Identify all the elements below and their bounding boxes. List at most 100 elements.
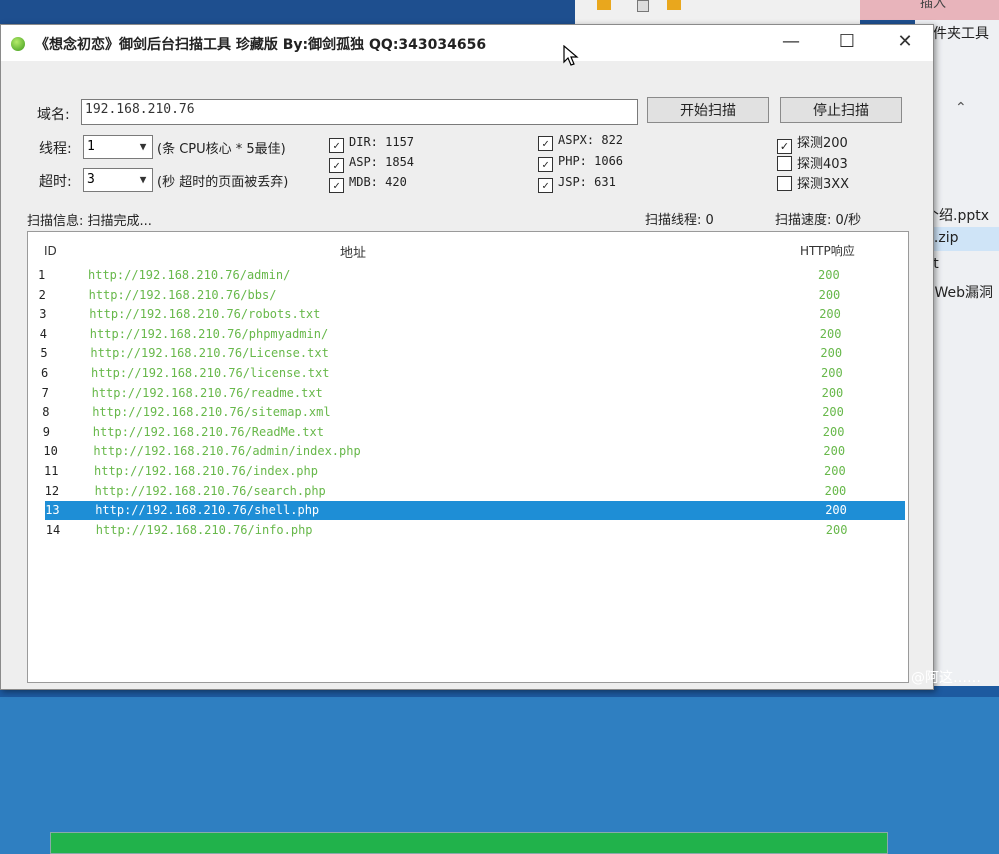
row-url: http://192.168.210.76/admin/index.php (93, 444, 361, 459)
domain-label: 域名: (37, 107, 70, 123)
row-id: 10 (43, 444, 58, 459)
csdn-watermark: CSDN @阿这…… (866, 670, 981, 686)
table-row[interactable]: 11 http://192.168.210.76/index.php 200 (44, 462, 904, 481)
checkmark-icon: ✓ (777, 139, 792, 154)
scan-threads-status: 扫描线程: 0 (645, 213, 714, 228)
row-id: 5 (40, 346, 48, 361)
row-http-code: 200 (820, 346, 843, 361)
dict-checkbox-php[interactable]: ✓ PHP: 1066 (538, 154, 623, 172)
threads-select[interactable]: 1 ▼ (83, 135, 153, 159)
chevron-down-icon[interactable]: ▼ (134, 136, 152, 158)
checkmark-icon: ✓ (329, 138, 344, 153)
timeout-select[interactable]: 3 ▼ (83, 168, 153, 192)
folder-icon (667, 0, 681, 10)
table-row[interactable]: 13 http://192.168.210.76/shell.php 200 (45, 501, 906, 521)
file-item[interactable]: 个绍.pptx (925, 205, 989, 225)
table-row[interactable]: 6 http://192.168.210.76/license.txt 200 (41, 364, 901, 383)
row-url: http://192.168.210.76/admin/ (88, 268, 291, 282)
column-header-url[interactable]: 地址 (340, 242, 366, 261)
row-url: http://192.168.210.76/License.txt (90, 346, 329, 361)
threads-label: 线程: (39, 141, 72, 157)
app-icon (11, 37, 25, 51)
row-url: http://192.168.210.76/robots.txt (89, 307, 321, 322)
table-row[interactable]: 5 http://192.168.210.76/License.txt 200 (40, 344, 900, 363)
folder-icon (597, 0, 611, 10)
dict-checkbox-aspx[interactable]: ✓ ASPX: 822 (538, 133, 623, 151)
table-row[interactable]: 3 http://192.168.210.76/robots.txt 200 (39, 305, 899, 324)
column-header-id[interactable]: ID (44, 244, 57, 258)
row-id: 12 (44, 483, 60, 498)
row-http-code: 200 (822, 405, 844, 420)
column-header-http[interactable]: HTTP响应 (800, 242, 855, 259)
title-bar[interactable]: 《想念初恋》御剑后台扫描工具 珍藏版 By:御剑孤独 QQ:343034656 … (1, 25, 933, 61)
table-row[interactable]: 7 http://192.168.210.76/readme.txt 200 (42, 384, 902, 403)
file-item[interactable]: - Web漏洞 (925, 282, 993, 302)
row-id: 14 (45, 522, 61, 537)
close-button[interactable]: ✕ (885, 29, 925, 55)
row-url: http://192.168.210.76/license.txt (91, 366, 330, 380)
dict-checkbox-dir[interactable]: ✓ DIR: 1157 (329, 135, 414, 153)
row-http-code: 200 (824, 464, 846, 478)
row-url: http://192.168.210.76/shell.php (95, 503, 320, 518)
threads-value: 1 (87, 139, 95, 154)
row-http-code: 200 (821, 366, 843, 380)
scan-speed-status: 扫描速度: 0/秒 (775, 213, 862, 228)
results-list[interactable]: ID 地址 HTTP响应 1 http://192.168.210.76/admi… (27, 231, 909, 854)
checkmark-icon: ✓ (329, 158, 344, 173)
row-id: 11 (44, 464, 59, 478)
probe-checkbox-200[interactable]: ✓ 探测200 (777, 132, 848, 154)
checkmark-icon: ✓ (538, 157, 553, 172)
dict-checkbox-asp[interactable]: ✓ ASP: 1854 (329, 155, 414, 173)
table-row[interactable]: 9 http://192.168.210.76/ReadMe.txt 200 (43, 423, 903, 442)
chevron-up-icon[interactable]: ⌃ (955, 100, 967, 116)
probe-checkbox-403[interactable]: 探测403 (777, 153, 848, 172)
checkmark-icon: ✓ (538, 136, 553, 151)
row-url: http://192.168.210.76/readme.txt (91, 385, 323, 400)
row-url: http://192.168.210.76/ReadMe.txt (92, 424, 324, 439)
row-url: http://192.168.210.76/phpmyadmin/ (89, 326, 329, 341)
minimize-button[interactable]: — (771, 29, 811, 55)
row-url: http://192.168.210.76/sitemap.xml (92, 405, 331, 420)
table-row[interactable]: 10 http://192.168.210.76/admin/index.php 2… (43, 442, 903, 461)
row-id: 13 (45, 503, 60, 518)
table-row[interactable]: 8 http://192.168.210.76/sitemap.xml 200 (42, 403, 902, 422)
row-http-code: 200 (821, 385, 844, 400)
row-id: 2 (38, 287, 46, 302)
table-row[interactable]: 14 http://192.168.210.76/info.php 200 (46, 521, 906, 540)
table-row[interactable]: 1 http://192.168.210.76/admin/200 (38, 266, 898, 285)
dict-checkbox-mdb[interactable]: ✓ MDB: 420 (329, 175, 407, 193)
chevron-down-icon[interactable]: ▼ (134, 169, 152, 191)
threads-hint: (条 CPU核心 * 5最佳) (157, 142, 286, 157)
stop-scan-button[interactable]: 停止扫描 (780, 97, 902, 123)
checkmark-icon: ✓ (329, 178, 344, 193)
timeout-label: 超时: (39, 174, 72, 190)
scan-progress-bar (50, 832, 888, 854)
row-url: http://192.168.210.76/info.php (95, 522, 313, 537)
scan-info-status: 扫描信息: 扫描完成... (27, 214, 152, 229)
row-http-code: 200 (825, 503, 847, 518)
row-id: 4 (39, 326, 48, 341)
maximize-button[interactable]: ☐ (827, 29, 867, 55)
row-http-code: 200 (825, 522, 848, 537)
background-window-header (575, 0, 860, 24)
start-scan-button[interactable]: 开始扫描 (647, 97, 769, 123)
table-row[interactable]: 12 http://192.168.210.76/search.php 200 (45, 482, 905, 501)
folder-tools-label: 件夹工具 (933, 26, 989, 42)
table-row[interactable]: 2 http://192.168.210.76/bbs/200 (39, 286, 899, 305)
table-row[interactable]: 4 http://192.168.210.76/phpmyadmin/200 (40, 325, 900, 344)
window-title: 《想念初恋》御剑后台扫描工具 珍藏版 By:御剑孤独 QQ:343034656 (35, 37, 487, 53)
domain-input[interactable]: 192.168.210.76 (81, 99, 638, 125)
dict-checkbox-jsp[interactable]: ✓ JSP: 631 (538, 175, 616, 193)
row-url: http://192.168.210.76/index.php (94, 464, 318, 478)
row-http-code: 200 (818, 287, 841, 302)
ribbon-tab[interactable]: 插入 (860, 0, 999, 20)
row-http-code: 200 (819, 326, 842, 341)
probe-checkbox-3xx[interactable]: 探测3XX (777, 173, 849, 192)
scanner-window: 《想念初恋》御剑后台扫描工具 珍藏版 By:御剑孤独 QQ:343034656 … (0, 24, 934, 854)
row-http-code: 200 (818, 268, 840, 282)
document-icon (637, 0, 649, 12)
row-id: 7 (41, 385, 49, 400)
row-http-code: 200 (819, 307, 841, 322)
row-id: 1 (38, 268, 46, 282)
row-url: http://192.168.210.76/bbs/ (88, 287, 277, 302)
